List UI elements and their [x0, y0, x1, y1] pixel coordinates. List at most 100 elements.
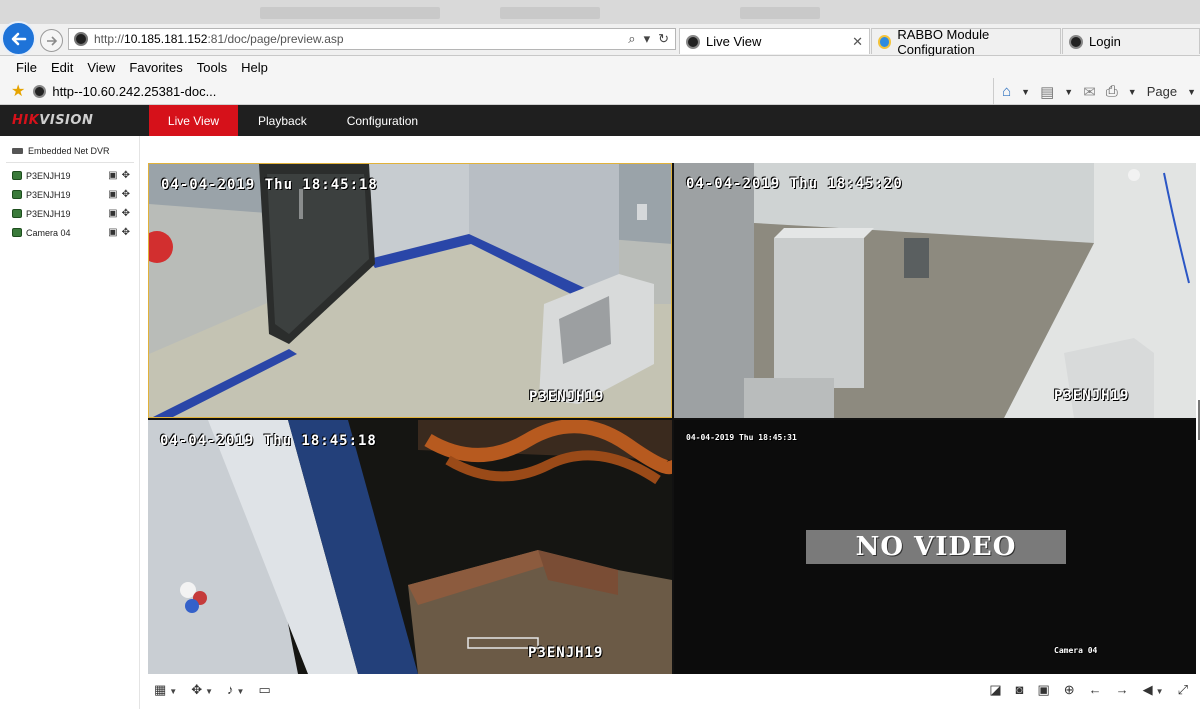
next-page-icon[interactable]: →: [1116, 682, 1129, 697]
menu-bar: File Edit View Favorites Tools Help: [0, 56, 1200, 78]
address-bar[interactable]: http://10.185.181.152:81/doc/page/previe…: [68, 28, 676, 50]
tab-label: Login: [1089, 34, 1121, 49]
chevron-down-icon[interactable]: ▼: [1187, 87, 1196, 97]
stop-all-icon[interactable]: ◪: [989, 682, 1001, 698]
camera-name: P3ENJH19: [26, 208, 71, 219]
record-icon[interactable]: ▣: [108, 208, 117, 219]
no-video-label: NO VIDEO: [806, 530, 1066, 564]
menu-tools[interactable]: Tools: [197, 60, 227, 75]
mail-icon[interactable]: ✉: [1083, 83, 1096, 101]
favorite-link[interactable]: http--10.60.242.25381-doc...: [52, 84, 216, 99]
url-prefix: http://: [94, 32, 125, 46]
video-camera-label: Camera 04: [1054, 646, 1098, 655]
webcam-icon: [33, 84, 47, 98]
layout-grid-icon[interactable]: ▦ ▼: [154, 682, 177, 698]
video-timestamp: 04-04-2019 Thu 18:45:31: [686, 433, 797, 442]
snapshot-icon[interactable]: ◙: [1016, 682, 1024, 697]
close-tab-icon[interactable]: ✕: [852, 34, 863, 50]
video-camera-label: P3ENJH19: [529, 389, 605, 405]
hikvision-logo: HIKVISION: [12, 113, 94, 128]
video-camera-label: P3ENJH19: [1054, 388, 1130, 404]
tab-live-view[interactable]: Live View ✕: [679, 28, 870, 54]
webcam-icon: [1069, 34, 1083, 49]
menu-favorites[interactable]: Favorites: [129, 60, 182, 75]
rss-feed-icon[interactable]: ▤: [1040, 83, 1054, 101]
ie-icon: [878, 34, 892, 49]
ptz-icon[interactable]: ✥: [122, 208, 130, 219]
prev-page-icon[interactable]: ←: [1089, 682, 1102, 697]
menu-edit[interactable]: Edit: [51, 60, 73, 75]
camera-item[interactable]: P3ENJH19 ▣ ✥: [12, 208, 130, 219]
device-tree: Embedded Net DVR P3ENJH19 ▣ ✥ P3ENJH19 ▣ ✥…: [0, 136, 140, 709]
video-camera-label: P3ENJH19: [528, 645, 604, 661]
favorites-star-icon[interactable]: ★: [11, 81, 25, 101]
dropdown-icon[interactable]: ▾: [644, 31, 651, 47]
chevron-down-icon[interactable]: ▼: [1128, 87, 1137, 97]
ptz-icon[interactable]: ✥: [122, 227, 130, 238]
tab-label: RABBO Module Configuration: [897, 26, 990, 57]
url-path: :81/doc/page/preview.asp: [207, 32, 344, 46]
ptz-icon[interactable]: ✥: [122, 170, 130, 181]
refresh-icon[interactable]: ↻: [658, 31, 669, 47]
camera-item[interactable]: Camera 04 ▣ ✥: [12, 227, 130, 238]
menu-file[interactable]: File: [16, 60, 37, 75]
camera-icon: [12, 190, 22, 199]
video-tile-1[interactable]: 04-04-2019 Thu 18:45:18 P3ENJH19: [148, 163, 672, 418]
camera-icon: [12, 209, 22, 218]
dvr-icon: [12, 148, 23, 154]
search-icon[interactable]: ⌕: [628, 31, 635, 47]
background-tab-ghost: [740, 7, 820, 19]
video-timestamp: 04-04-2019 Thu 18:45:18: [160, 433, 377, 449]
menu-help[interactable]: Help: [241, 60, 268, 75]
menu-view[interactable]: View: [87, 60, 115, 75]
record-icon[interactable]: ▣: [108, 227, 117, 238]
print-icon[interactable]: ⎙: [1106, 83, 1118, 100]
ptz-icon[interactable]: ✥: [122, 189, 130, 200]
url-host: 10.185.181.152: [124, 32, 208, 46]
background-tab-ghost: [500, 7, 600, 19]
divider: [6, 162, 134, 163]
device-name: Embedded Net DVR: [28, 146, 110, 156]
volume-muted-icon[interactable]: ◀ ▼: [1143, 682, 1164, 698]
video-tile-2[interactable]: 04-04-2019 Thu 18:45:20 P3ENJH19: [674, 163, 1196, 418]
nav-configuration[interactable]: Configuration: [327, 105, 438, 136]
camera-icon: [12, 171, 22, 180]
video-toolbar: ▦ ▼ ✥ ▼ ♪ ▼ ▭ ◪ ◙ ▣ ⊕ ← → ◀ ▼ ⤢: [148, 676, 1196, 703]
video-tile-4[interactable]: 04-04-2019 Thu 18:45:31 NO VIDEO Camera …: [674, 420, 1196, 674]
favorites-bar: ★ http--10.60.242.25381-doc... ⌂ ▼ ▤ ▼ ✉ ⎙…: [0, 78, 1200, 105]
fullscreen-icon[interactable]: ⤢: [1178, 682, 1188, 698]
device-node[interactable]: Embedded Net DVR: [12, 146, 110, 156]
window-titlebar: [0, 0, 1200, 26]
forward-button[interactable]: [40, 29, 63, 52]
site-favicon-icon: [74, 32, 88, 46]
tab-label: Live View: [706, 34, 762, 49]
ptz-icon[interactable]: ✥ ▼: [191, 682, 213, 698]
app-header: HIKVISION Live View Playback Configurati…: [0, 105, 1200, 136]
back-arrow-icon: [11, 32, 26, 45]
record-icon[interactable]: ▣: [108, 170, 117, 181]
forward-arrow-icon: [46, 35, 57, 46]
record-icon[interactable]: ▣: [1037, 682, 1049, 698]
tab-login[interactable]: Login: [1062, 28, 1200, 54]
microphone-icon[interactable]: ♪ ▼: [227, 682, 244, 697]
camera-item[interactable]: P3ENJH19 ▣ ✥: [12, 189, 130, 200]
video-grid: 04-04-2019 Thu 18:45:18 P3ENJH19 04-04-2…: [148, 163, 1196, 674]
nav-live-view[interactable]: Live View: [149, 105, 238, 136]
video-tile-3[interactable]: 04-04-2019 Thu 18:45:18 P3ENJH19: [148, 420, 672, 674]
camera-item[interactable]: P3ENJH19 ▣ ✥: [12, 170, 130, 181]
page-menu[interactable]: Page: [1147, 84, 1177, 99]
home-icon[interactable]: ⌂: [1002, 83, 1011, 100]
chevron-down-icon[interactable]: ▼: [1064, 87, 1073, 97]
back-button[interactable]: [1, 21, 36, 56]
zoom-icon[interactable]: ⊕: [1064, 682, 1075, 698]
camera-name: Camera 04: [26, 227, 71, 238]
video-timestamp: 04-04-2019 Thu 18:45:18: [161, 177, 378, 193]
camera-feed-image: [674, 163, 1196, 418]
camera-feed-image: [149, 164, 671, 417]
nav-playback[interactable]: Playback: [238, 105, 327, 136]
screen-icon[interactable]: ▭: [258, 682, 270, 698]
video-timestamp: 04-04-2019 Thu 18:45:20: [686, 176, 903, 192]
record-icon[interactable]: ▣: [108, 189, 117, 200]
chevron-down-icon[interactable]: ▼: [1021, 87, 1030, 97]
tab-rabbo-module-configuration[interactable]: RABBO Module Configuration: [871, 26, 1061, 57]
